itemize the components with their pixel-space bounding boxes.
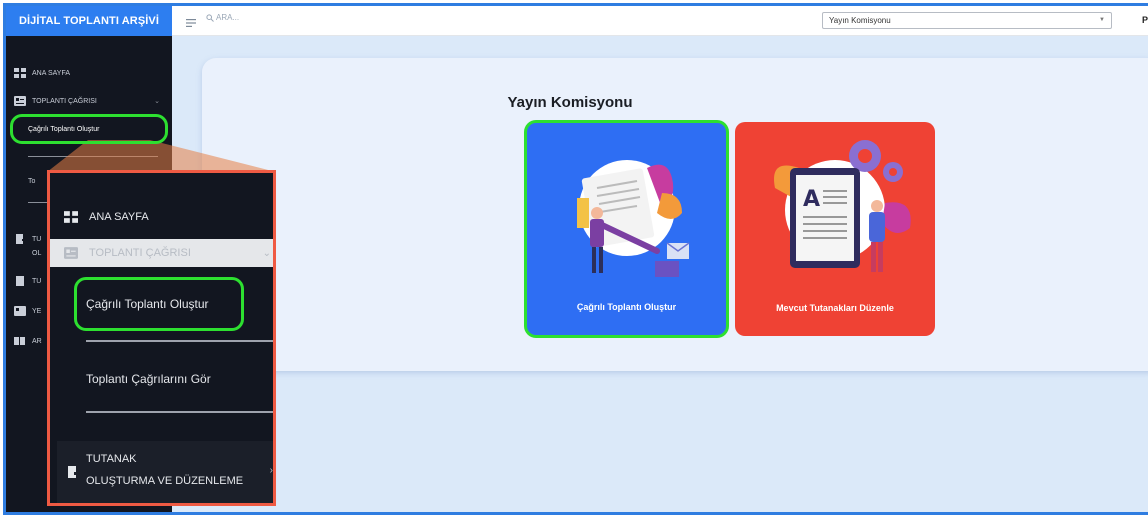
committee-select[interactable]: Yayın Komisyonu ▼ <box>822 12 1112 29</box>
zoom-item-meeting-call[interactable]: TOPLANTI ÇAĞRISI ⌄ <box>50 239 273 267</box>
divider <box>86 340 273 342</box>
brand-title[interactable]: DİJİTAL TOPLANTI ARŞİVİ <box>6 6 172 36</box>
search-icon <box>206 13 214 22</box>
committee-select-value: Yayın Komisyonu <box>829 16 891 25</box>
create-meeting-card[interactable]: Çağrılı Toplantı Oluştur <box>524 120 729 338</box>
book-icon <box>14 276 26 286</box>
search-placeholder: ARA... <box>216 13 240 22</box>
highlight-ring <box>74 277 244 331</box>
sidebar-item-label: AR <box>32 337 42 345</box>
sidebar-item-label: TU <box>32 235 42 243</box>
zoom-item-label: TOPLANTI ÇAĞRISI <box>89 247 191 259</box>
divider <box>28 156 158 157</box>
edit-document-icon <box>67 465 79 478</box>
svg-text:A: A <box>803 187 820 212</box>
zoom-item-label: OLUŞTURMA VE DÜZENLEME <box>86 475 244 487</box>
profile-menu[interactable]: Pr <box>1142 15 1148 25</box>
card-label: Mevcut Tutanakları Düzenle <box>776 303 894 313</box>
document-sign-illustration <box>577 160 690 277</box>
chevron-down-icon: ▼ <box>1099 17 1105 23</box>
highlight-ring <box>10 114 168 144</box>
card-label: Çağrılı Toplantı Oluştur <box>576 302 677 312</box>
sidebar-item-label: TU <box>32 277 42 285</box>
archive-icon <box>14 336 26 346</box>
chevron-down-icon: ⌄ <box>262 247 271 259</box>
sidebar-item-label: OL <box>32 250 42 257</box>
dashboard-icon <box>14 68 26 78</box>
zoom-subitem-view-calls[interactable]: Toplantı Çağrılarını Gör <box>86 372 211 386</box>
divider <box>86 411 273 413</box>
zoom-callout: ANA SAYFA TOPLANTI ÇAĞRISI ⌄ Çağrılı Top… <box>47 170 276 506</box>
top-bar: ARA... Yayın Komisyonu ▼ Pr <box>172 6 1148 36</box>
sidebar-item-label: ANA SAYFA <box>32 69 70 77</box>
tablet-document-illustration: A <box>774 140 911 272</box>
zoom-item-home[interactable]: ANA SAYFA <box>50 208 273 226</box>
search-input[interactable]: ARA... <box>206 13 239 22</box>
sidebar-item-home[interactable]: ANA SAYFA <box>6 68 172 78</box>
sidebar-item-meeting-call[interactable]: TOPLANTI ÇAĞRISI ⌄ <box>6 96 172 106</box>
edit-document-icon <box>14 234 26 244</box>
meeting-card-icon <box>64 247 78 259</box>
sidebar-item-label: YE <box>32 307 42 315</box>
page-title: Yayın Komisyonu <box>507 94 633 111</box>
menu-icon[interactable] <box>186 15 196 27</box>
sidebar-subitem-view-calls[interactable]: To <box>28 178 35 185</box>
zoom-item-minutes[interactable]: TUTANAK OLUŞTURMA VE DÜZENLEME › <box>57 441 273 503</box>
chevron-right-icon: › <box>269 465 273 476</box>
meeting-card-icon <box>14 96 26 106</box>
edit-minutes-card[interactable]: A Mevcut Tutanakları Düzenle <box>735 122 935 336</box>
zoom-item-label: ANA SAYFA <box>89 211 149 223</box>
chevron-down-icon: ⌄ <box>154 98 160 105</box>
zoom-item-label: TUTANAK <box>86 453 137 465</box>
dashboard-icon <box>64 211 78 223</box>
id-card-icon <box>14 306 26 316</box>
sidebar-item-label: TOPLANTI ÇAĞRISI <box>32 97 97 105</box>
